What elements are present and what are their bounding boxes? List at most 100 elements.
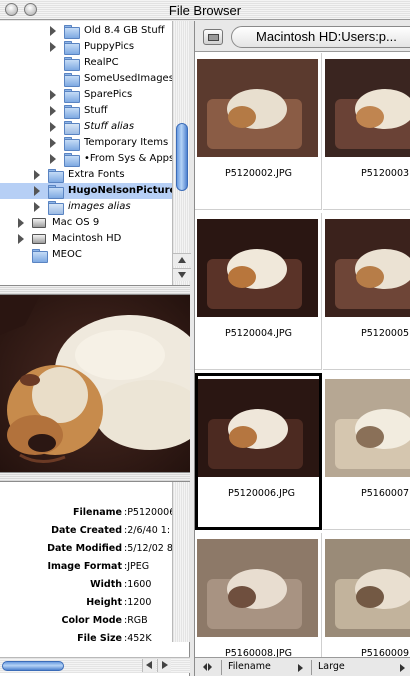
folder-tree-scrollbar[interactable] [172, 21, 191, 285]
disclosure-triangle-icon[interactable] [34, 202, 40, 212]
tree-row[interactable]: Macintosh HD [0, 231, 172, 247]
disclosure-triangle-icon[interactable] [50, 138, 56, 148]
metadata-row: Date Created:2/6/40 1: [0, 522, 172, 539]
tree-row-label: •From Sys & Apps [84, 153, 175, 164]
tree-row-label: SomeUsedImages [84, 73, 174, 84]
disclosure-triangle-icon[interactable] [50, 122, 56, 132]
folder-alias-icon [64, 121, 80, 135]
thumbnail-cell[interactable]: P5160009.JPG [323, 533, 410, 657]
metadata-value: :5/12/02 8 [124, 543, 172, 554]
disclosure-triangle-icon[interactable] [50, 42, 56, 52]
parent-folder-button[interactable] [203, 29, 223, 45]
thumbnail-cell[interactable]: P5120002.JPG [195, 53, 322, 210]
thumbnail-filename: P5120004.JPG [225, 328, 292, 339]
scroll-left-arrow-icon[interactable] [142, 659, 156, 672]
metadata-row: File Size:452K [0, 630, 172, 642]
folder-icon [32, 249, 48, 263]
metadata-row: Color Mode:RGB [0, 612, 172, 629]
metadata-value: :1600 [124, 579, 152, 590]
tree-row[interactable]: MEOC [0, 247, 172, 263]
tree-row-label: Temporary Items [84, 137, 169, 148]
popup-arrow-icon [400, 664, 405, 672]
tree-row[interactable]: Stuff [0, 103, 172, 119]
metadata-key: Date Modified [47, 543, 122, 554]
thumbnail-filename: P5120002.JPG [225, 168, 292, 179]
disclosure-triangle-icon[interactable] [50, 106, 56, 116]
thumbnail-image [198, 379, 319, 477]
folder-icon [64, 137, 80, 151]
tree-row[interactable]: Stuff alias [0, 119, 172, 135]
sort-by-label: Filename [228, 661, 271, 672]
metadata-key: Color Mode [61, 615, 123, 626]
tree-row[interactable]: images alias [0, 199, 172, 215]
metadata-value: :1200 [124, 597, 152, 608]
tree-row[interactable]: •From Sys & Apps [0, 151, 175, 167]
tree-row-label: Stuff [84, 105, 108, 116]
folder-icon [48, 169, 64, 183]
hard-disk-icon [32, 218, 46, 228]
thumbnail-cell[interactable]: P5120003.JPG [323, 53, 410, 210]
thumbnail-cell[interactable]: P5160007.JPG [323, 373, 410, 530]
preview-photo [0, 295, 190, 472]
folder-icon [64, 153, 80, 167]
metadata-value: :P5120006 [124, 507, 172, 518]
tree-row-label: images alias [68, 201, 131, 212]
metadata-row: Height:1200 [0, 594, 172, 611]
pane-splitter-top[interactable] [0, 285, 190, 295]
scroll-right-arrow-icon[interactable] [157, 659, 171, 672]
folder-icon [64, 105, 80, 119]
thumbnail-cell[interactable]: P5120006.JPG [195, 373, 322, 530]
thumbnail-cell[interactable]: P5120005.JPG [323, 213, 410, 370]
tree-row[interactable]: SparePics [0, 87, 172, 103]
thumbnail-cell[interactable]: P5160008.JPG [195, 533, 322, 657]
thumbnail-image [325, 379, 410, 477]
tree-row[interactable]: Temporary Items [0, 135, 172, 151]
tree-row-label: Extra Fonts [68, 169, 125, 180]
tree-row[interactable]: RealPC [0, 55, 172, 71]
scroll-up-arrow-icon[interactable] [173, 253, 191, 266]
tree-row[interactable]: PuppyPics [0, 39, 172, 55]
tree-row-label: Old 8.4 GB Stuff [84, 25, 165, 36]
disclosure-triangle-icon[interactable] [18, 234, 24, 244]
toggle-panes-icon[interactable] [203, 663, 213, 672]
tree-row-label: MEOC [52, 249, 82, 260]
metadata-key: Height [86, 597, 122, 608]
tree-row[interactable]: SomeUsedImages [0, 71, 174, 87]
path-popup-menu[interactable]: Macintosh HD:Users:p... [231, 26, 410, 48]
thumbnail-cell[interactable]: P5120004.JPG [195, 213, 322, 370]
disclosure-triangle-icon[interactable] [34, 170, 40, 180]
thumbnail-filename: P5120003.JPG [361, 168, 410, 179]
folder-tree[interactable]: Old 8.4 GB Stuff PuppyPics RealPC SomeUsedI… [0, 21, 190, 285]
left-pane: Old 8.4 GB Stuff PuppyPics RealPC SomeUsedI… [0, 21, 191, 676]
folder-icon [208, 34, 219, 41]
folder-icon [64, 89, 80, 103]
pane-splitter-bottom[interactable] [0, 472, 190, 482]
metadata-horizontal-scrollbar[interactable] [0, 657, 190, 673]
disclosure-triangle-icon[interactable] [50, 26, 56, 36]
window-title: File Browser [168, 3, 242, 18]
metadata-row: Filename:P5120006 [0, 504, 172, 521]
tree-row[interactable]: Old 8.4 GB Stuff [0, 23, 172, 39]
sort-by-popup[interactable]: Filename [221, 660, 309, 675]
disclosure-triangle-icon[interactable] [50, 154, 56, 164]
disclosure-triangle-icon[interactable] [34, 186, 40, 196]
thumbnail-filename: P5120005.JPG [361, 328, 410, 339]
thumbnail-size-popup[interactable]: Large [311, 660, 410, 675]
disclosure-triangle-icon[interactable] [50, 90, 56, 100]
scroll-thumb[interactable] [176, 123, 188, 191]
thumbnail-filename: P5160008.JPG [225, 648, 292, 657]
metadata-key: Date Created [51, 525, 122, 536]
metadata-value: :RGB [124, 615, 148, 626]
metadata-scrollbar[interactable] [172, 482, 190, 642]
tree-row[interactable]: HugoNelsonPictures [0, 183, 182, 199]
title-bar: File Browser [0, 0, 410, 20]
metadata-key: Image Format [47, 561, 122, 572]
tree-row[interactable]: Mac OS 9 [0, 215, 172, 231]
metadata-value: :2/6/40 1: [124, 525, 171, 536]
scroll-down-arrow-icon[interactable] [173, 268, 191, 281]
popup-arrow-icon [298, 664, 303, 672]
tree-row-label: SparePics [84, 89, 133, 100]
disclosure-triangle-icon[interactable] [18, 218, 24, 228]
tree-row[interactable]: Extra Fonts [0, 167, 172, 183]
scroll-thumb[interactable] [2, 661, 64, 671]
